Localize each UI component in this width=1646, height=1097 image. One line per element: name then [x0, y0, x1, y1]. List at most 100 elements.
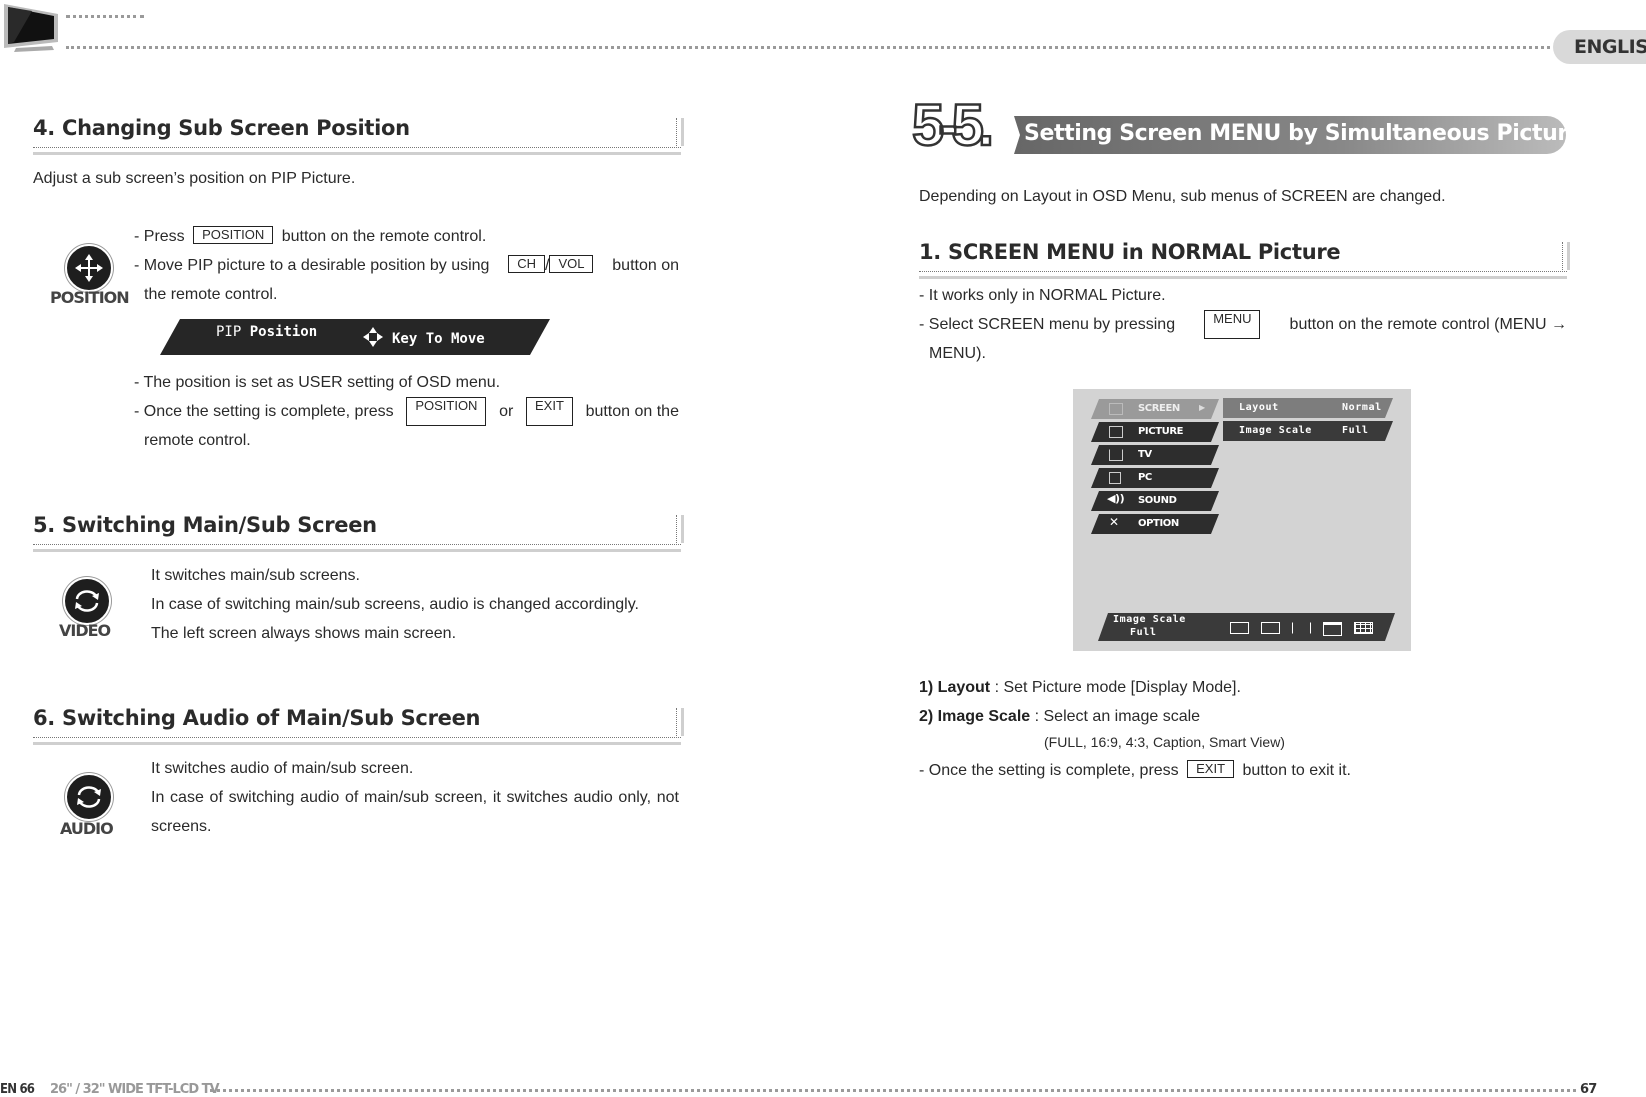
position-icon-label: POSITION — [50, 288, 130, 307]
ch-key: CH — [508, 255, 546, 273]
position-key: POSITION — [406, 397, 487, 426]
osd-screen-menu-screenshot: ◀)) ✕ SCREEN ▶ PICTURE TV PC SOUND OPTIO… — [1073, 389, 1411, 651]
def-desc: : Select an image scale — [1030, 708, 1201, 725]
sec4-line-4-cont: remote control. — [144, 432, 251, 449]
pc-icon — [1109, 472, 1121, 484]
def-layout: 1) Layout : Set Picture mode [Display Mo… — [919, 673, 1241, 702]
exit-instruction: - Once the setting is complete, press EX… — [919, 756, 1351, 785]
text: - Once the setting is complete, press — [134, 403, 394, 420]
chapter-title: Setting Screen MENU by Simultaneous Pict… — [1024, 121, 1583, 146]
video-icon-label: VIDEO — [59, 621, 111, 640]
audio-icon-label: AUDIO — [60, 819, 114, 838]
sec5-line-1: It switches main/sub screens. — [151, 567, 360, 584]
pip-prefix: PIP — [216, 324, 242, 340]
scale-smart-view-icon — [1354, 622, 1373, 634]
osd-menu-label: SCREEN — [1138, 403, 1180, 414]
osd-submenu-label: Image Scale — [1239, 425, 1312, 436]
screen-icon — [1109, 403, 1123, 415]
text: - Move PIP picture to a desirable positi… — [134, 257, 490, 274]
text: - Select SCREEN menu by pressing — [919, 316, 1176, 333]
text: button on the remote control (MENU → — [1289, 316, 1567, 333]
screen-menu-normal-title: 1. SCREEN MENU in NORMAL Picture — [919, 240, 1341, 264]
section-6-title: 6. Switching Audio of Main/Sub Screen — [33, 706, 481, 730]
def-term: 1) Layout — [919, 679, 991, 696]
four-way-arrow-icon — [75, 254, 103, 282]
section-6-tick — [676, 708, 684, 736]
section-5-underline — [33, 544, 681, 552]
picture-icon — [1109, 426, 1123, 438]
chapter-intro: Depending on Layout in OSD Menu, sub men… — [919, 188, 1446, 205]
move-arrows-icon — [363, 327, 383, 347]
sec4-line-1: - Press POSITION button on the remote co… — [134, 222, 486, 251]
sec1-line-2: - Select SCREEN menu by pressing MENU bu… — [919, 310, 1567, 339]
footer-dots — [210, 1089, 1576, 1092]
text: or — [499, 403, 514, 420]
section-5-tick — [676, 515, 684, 543]
osd-menu-label: PICTURE — [1138, 426, 1184, 437]
scale-4-3-icon — [1292, 622, 1311, 634]
submenu-arrow-icon: ▶ — [1199, 403, 1205, 412]
exit-key: EXIT — [526, 397, 573, 426]
osd-submenu-label: Layout — [1239, 402, 1279, 413]
chapter-number: 5-5. — [911, 92, 995, 160]
osd-bottom-value: Full — [1130, 627, 1157, 638]
osd-menu-label: SOUND — [1138, 495, 1177, 506]
def-desc: : Set Picture mode [Display Mode]. — [990, 679, 1241, 696]
title-part: NORMAL — [1150, 240, 1251, 264]
flat-tv-icon — [4, 4, 58, 52]
text: button to exit it. — [1242, 762, 1351, 779]
def-term: 2) Image Scale — [919, 708, 1031, 725]
sec5-line-2: In case of switching main/sub screens, a… — [151, 596, 639, 613]
sec6-line-3: screens. — [151, 818, 212, 835]
position-button-icon — [65, 244, 113, 292]
sec4-line-2-cont: the remote control. — [144, 286, 278, 303]
screen-menu-underline — [919, 271, 1567, 279]
text: button on the — [585, 403, 679, 420]
text: - Press — [134, 228, 185, 245]
tv-icon — [1109, 449, 1123, 461]
pip-position-label: PIP Position — [216, 324, 317, 340]
screen-menu-tick — [1562, 242, 1570, 270]
section-6-underline — [33, 737, 681, 745]
section-4-title: 4. Changing Sub Screen Position — [33, 116, 410, 140]
sec1-line-1: - It works only in NORMAL Picture. — [919, 287, 1166, 304]
osd-menu-label: OPTION — [1138, 518, 1179, 529]
osd-menu-label: PC — [1138, 472, 1152, 483]
scale-full-icon — [1230, 622, 1249, 634]
menu-key: MENU — [1204, 310, 1261, 339]
scale-16-9-icon — [1261, 622, 1280, 634]
header-dots-long — [66, 46, 1550, 49]
title-part: Picture — [1257, 240, 1341, 264]
language-label: ENGLISH — [1574, 36, 1646, 58]
right-page-number: 67 — [1580, 1082, 1597, 1097]
sec4-line-3: - The position is set as USER setting of… — [134, 374, 501, 391]
osd-menu-label: TV — [1138, 449, 1152, 460]
sound-icon: ◀)) — [1107, 492, 1125, 505]
osd-submenu-value: Full — [1342, 425, 1369, 436]
section-4-underline — [33, 147, 681, 155]
section-5-title: 5. Switching Main/Sub Screen — [33, 513, 377, 537]
footer-product-title: 26" / 32" WIDE TFT-LCD TV — [50, 1082, 220, 1097]
option-icon: ✕ — [1109, 515, 1119, 529]
section-4-tick — [676, 118, 684, 146]
key-to-move-hint: Key To Move — [392, 331, 485, 347]
text: - Once the setting is complete, press — [919, 762, 1179, 779]
def-image-scale: 2) Image Scale : Select an image scale — [919, 702, 1200, 731]
header-dots-short — [66, 15, 144, 18]
sec6-line-1: It switches audio of main/sub screen. — [151, 760, 414, 777]
text: button on the remote control. — [281, 228, 487, 245]
position-key: POSITION — [193, 226, 274, 244]
pip-label: Position — [249, 324, 318, 340]
text: button on — [612, 257, 679, 274]
scale-caption-icon — [1323, 622, 1342, 636]
title-part: 1. SCREEN MENU — [919, 240, 1115, 264]
swap-arrows-icon — [77, 786, 101, 808]
osd-bottom-label: Image Scale — [1113, 614, 1186, 625]
exit-key: EXIT — [1187, 760, 1235, 778]
image-scale-options: (FULL, 16:9, 4:3, Caption, Smart View) — [1044, 734, 1285, 750]
sec4-line-2: - Move PIP picture to a desirable positi… — [134, 251, 679, 280]
sec1-line-2-cont: MENU). — [929, 345, 986, 362]
sec4-line-4: - Once the setting is complete, press PO… — [134, 397, 679, 426]
audio-swap-button-icon — [65, 773, 113, 821]
video-swap-button-icon — [63, 577, 111, 625]
